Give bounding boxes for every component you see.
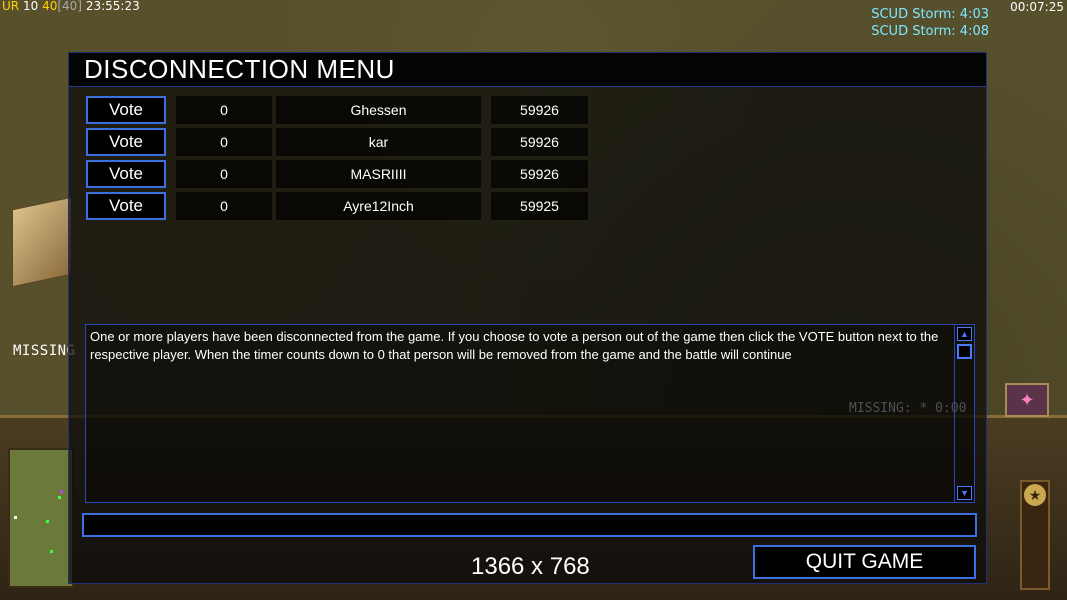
quit-game-button[interactable]: QUIT GAME xyxy=(753,545,976,579)
dialog-title-bar: DISCONNECTION MENU xyxy=(69,53,986,87)
minimap-unit xyxy=(14,516,17,519)
scroll-down-icon[interactable]: ▼ xyxy=(957,486,972,500)
ur-label: UR xyxy=(2,0,20,13)
player-name: MASRIIII xyxy=(276,160,481,188)
vote-count: 0 xyxy=(176,160,272,188)
vote-button[interactable]: Vote xyxy=(86,96,166,124)
minimap-unit xyxy=(50,550,53,553)
vote-count: 0 xyxy=(176,96,272,124)
general-power-icon[interactable]: ✦ xyxy=(1005,383,1049,417)
minimap-unit xyxy=(58,496,61,499)
chat-input[interactable] xyxy=(82,513,977,537)
vote-button[interactable]: Vote xyxy=(86,128,166,156)
player-timer: 59926 xyxy=(491,160,588,188)
scud-storm-timer: SCUD Storm: 4:08 xyxy=(871,24,989,39)
rank-star-icon: ★ xyxy=(1024,484,1046,506)
player-timer: 59925 xyxy=(491,192,588,220)
disconnection-dialog: DISCONNECTION MENU Vote 0 Ghessen 59926 … xyxy=(68,52,987,584)
vote-button[interactable]: Vote xyxy=(86,192,166,220)
player-name: Ayre12Inch xyxy=(276,192,481,220)
dialog-title: DISCONNECTION MENU xyxy=(84,54,395,84)
minimap-unit xyxy=(46,520,49,523)
unit-count-secondary: 40 xyxy=(42,0,58,13)
vote-count: 0 xyxy=(176,192,272,220)
system-clock: 23:55:23 xyxy=(85,0,140,13)
unit-count: 10 xyxy=(22,0,39,13)
minimap-unit xyxy=(60,490,63,493)
player-timer: 59926 xyxy=(491,96,588,124)
resource-hud: UR 10 40[40] 23:55:23 xyxy=(2,0,140,13)
player-name: Ghessen xyxy=(276,96,481,124)
scroll-thumb[interactable] xyxy=(957,344,972,359)
player-timer: 59926 xyxy=(491,128,588,156)
player-name: kar xyxy=(276,128,481,156)
disconnect-message: One or more players have been disconnect… xyxy=(90,329,939,362)
vote-button[interactable]: Vote xyxy=(86,160,166,188)
message-scrollbar[interactable]: ▲ ▼ xyxy=(954,325,974,502)
building-sprite xyxy=(12,196,72,288)
vote-count: 0 xyxy=(176,128,272,156)
missing-label: MISSING xyxy=(13,343,76,359)
scud-storm-timer: SCUD Storm: 4:03 xyxy=(871,7,989,22)
resolution-label: 1366 x 768 xyxy=(471,553,590,580)
game-timer: 00:07:25 xyxy=(1010,0,1064,14)
minimap[interactable] xyxy=(8,448,74,588)
unit-limit: [40] xyxy=(57,0,82,13)
message-box: One or more players have been disconnect… xyxy=(85,324,975,503)
scroll-up-icon[interactable]: ▲ xyxy=(957,327,972,341)
